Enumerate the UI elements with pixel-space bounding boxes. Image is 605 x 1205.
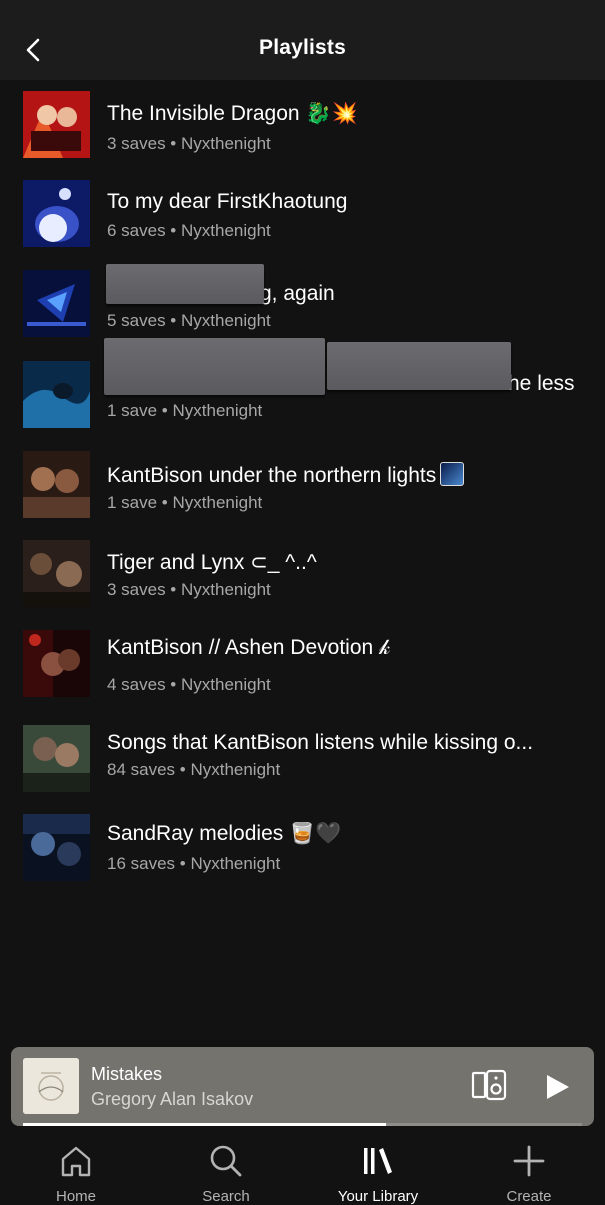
playlist-title: he less bbox=[508, 372, 575, 395]
playlist-cover bbox=[23, 451, 90, 518]
playlist-row[interactable]: KantBison under the northern lights 1 sa… bbox=[0, 440, 605, 530]
connect-device-button[interactable] bbox=[471, 1069, 509, 1103]
playlist-row[interactable]: To my dear FirstKhaotung 6 saves • Nyxth… bbox=[0, 170, 605, 260]
nav-create-label: Create bbox=[506, 1188, 552, 1205]
redaction-block bbox=[327, 342, 511, 390]
playlist-row[interactable]: SandRay melodies 🥃🖤 16 saves • Nyxthenig… bbox=[0, 800, 605, 890]
playlist-title: Songs that KantBison listens while kissi… bbox=[107, 731, 534, 754]
page-title: Playlists bbox=[258, 36, 347, 59]
playlist-subtitle: 5 saves • Nyxthenight bbox=[107, 311, 271, 330]
now-playing-bar[interactable]: Mistakes Gregory Alan Isakov bbox=[11, 1047, 594, 1126]
playlist-cover bbox=[23, 270, 90, 337]
playlist-title: SandRay melodies 🥃🖤 bbox=[107, 822, 342, 845]
playlist-subtitle: 4 saves • Nyxthenight bbox=[107, 675, 271, 694]
play-icon bbox=[547, 1075, 569, 1099]
playlist-row[interactable]: KantBison // Ashen Devotion 𝓀 4 saves • … bbox=[0, 620, 605, 710]
playlist-cover bbox=[23, 725, 90, 792]
nav-home[interactable]: Home bbox=[21, 1144, 131, 1205]
playlist-row[interactable]: g, again 5 saves • Nyxthenight bbox=[0, 260, 605, 350]
playlist-title: KantBison // Ashen Devotion 𝓀 bbox=[107, 636, 391, 659]
playlist-list: The Invisible Dragon 🐉💥 3 saves • Nyxthe… bbox=[0, 80, 605, 890]
playlist-cover bbox=[23, 540, 90, 607]
playlist-row[interactable]: Songs that KantBison listens while kissi… bbox=[0, 710, 605, 800]
nav-create[interactable]: Create bbox=[474, 1144, 584, 1205]
plus-icon bbox=[513, 1145, 545, 1177]
playlist-title: KantBison under the northern lights bbox=[107, 462, 465, 488]
playlist-cover bbox=[23, 814, 90, 881]
playlist-subtitle: 1 save • Nyxthenight bbox=[107, 401, 263, 420]
nav-search-label: Search bbox=[202, 1188, 250, 1205]
nav-search[interactable]: Search bbox=[171, 1144, 281, 1205]
playlist-subtitle: 16 saves • Nyxthenight bbox=[107, 854, 281, 873]
playlist-subtitle: 3 saves • Nyxthenight bbox=[107, 580, 271, 599]
playlist-cover bbox=[23, 361, 90, 428]
library-icon bbox=[364, 1148, 392, 1174]
redaction-block bbox=[106, 264, 264, 304]
nav-your-library-label: Your Library bbox=[337, 1188, 419, 1205]
now-playing-artist: Gregory Alan Isakov bbox=[91, 1089, 254, 1109]
redaction-block bbox=[104, 338, 325, 395]
search-icon bbox=[210, 1145, 242, 1177]
playlist-title: Tiger and Lynx ⊂_ ^..^ bbox=[107, 551, 317, 574]
home-icon bbox=[61, 1146, 91, 1177]
play-button[interactable] bbox=[541, 1071, 575, 1103]
night-sky-emoji-icon bbox=[440, 462, 465, 486]
playlist-cover bbox=[23, 180, 90, 247]
playback-progress-bar bbox=[23, 1123, 582, 1126]
playlist-row[interactable]: Tiger and Lynx ⊂_ ^..^ 3 saves • Nyxthen… bbox=[0, 530, 605, 620]
playlist-row[interactable]: he less 1 save • Nyxthenight bbox=[0, 338, 605, 440]
playlist-subtitle: 1 save • Nyxthenight bbox=[107, 493, 263, 512]
now-playing-cover bbox=[23, 1058, 79, 1114]
nav-your-library[interactable]: Your Library bbox=[323, 1144, 433, 1205]
speaker-device-icon bbox=[471, 1069, 507, 1101]
playlist-subtitle: 3 saves • Nyxthenight bbox=[107, 134, 271, 153]
playlist-cover bbox=[23, 630, 90, 697]
playlist-row[interactable]: The Invisible Dragon 🐉💥 3 saves • Nyxthe… bbox=[0, 80, 605, 170]
playlist-title: To my dear FirstKhaotung bbox=[107, 190, 348, 213]
playlist-title: g, again bbox=[260, 282, 335, 305]
playlist-subtitle: 6 saves • Nyxthenight bbox=[107, 221, 271, 240]
now-playing-title: Mistakes bbox=[91, 1064, 163, 1084]
bottom-navigation: Home Search Your Library Create bbox=[0, 1130, 605, 1205]
playlist-subtitle: 84 saves • Nyxthenight bbox=[107, 760, 281, 779]
playback-progress-fill bbox=[23, 1123, 387, 1126]
nav-home-label: Home bbox=[55, 1188, 96, 1205]
header-bar: Playlists bbox=[0, 0, 605, 80]
playlist-title: The Invisible Dragon 🐉💥 bbox=[107, 102, 358, 125]
playlist-cover bbox=[23, 91, 90, 158]
